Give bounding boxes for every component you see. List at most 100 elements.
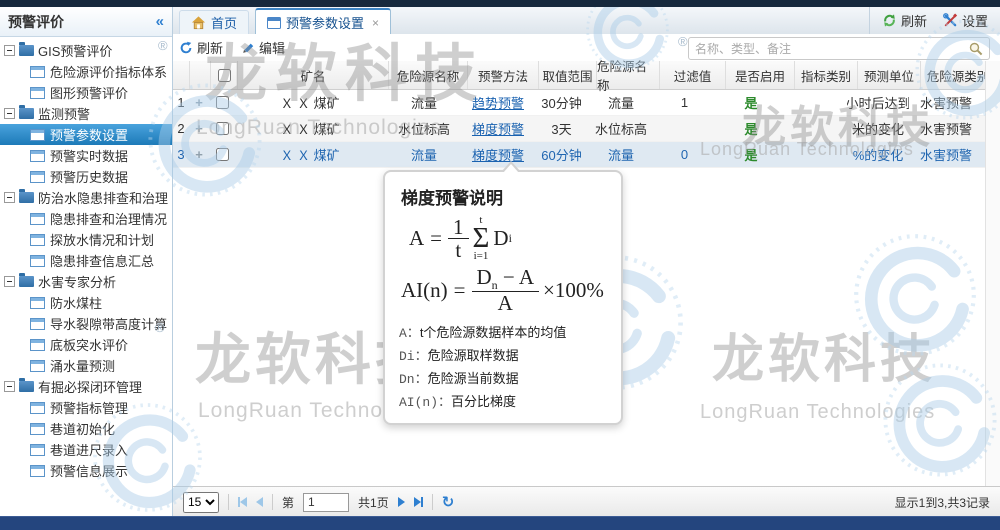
expand-plus-icon[interactable]: +: [195, 147, 203, 162]
tree-item-graphic-warning[interactable]: 图形预警评价: [0, 82, 172, 103]
header-filter-value[interactable]: 过滤值: [660, 61, 726, 89]
cell-range: 60分钟: [533, 142, 590, 167]
select-all-checkbox[interactable]: [218, 69, 231, 82]
settings-button[interactable]: 设置: [943, 11, 988, 30]
header-mine-name[interactable]: 矿名: [238, 61, 389, 89]
row-expand-cell: +: [189, 116, 209, 141]
grid-edit-button[interactable]: 编辑: [241, 38, 285, 57]
grid-refresh-button[interactable]: 刷新: [179, 38, 223, 57]
header-warning-method[interactable]: 预警方法: [468, 61, 539, 89]
next-page-button[interactable]: [398, 497, 405, 507]
tree-item-tunnel-footage[interactable]: 巷道进尺录入: [0, 439, 172, 460]
tree-collapse-box-icon[interactable]: [4, 381, 15, 392]
tree-collapse-box-icon[interactable]: [4, 45, 15, 56]
tree-item-hidden-danger[interactable]: 隐患排查和治理情况: [0, 208, 172, 229]
page-prefix-label: 第: [282, 494, 294, 511]
header-hazard-name2[interactable]: 危险源名称: [597, 61, 660, 89]
page-icon: [30, 402, 45, 414]
tree-folder-expert-analysis[interactable]: 水害专家分析: [0, 271, 172, 292]
header-indicator-type[interactable]: 指标类别: [795, 61, 858, 89]
tab-label: 预警参数设置: [286, 13, 364, 32]
header-forecast-unit[interactable]: 预测单位: [858, 61, 921, 89]
tree-item-waterproof-pillar[interactable]: 防水煤柱: [0, 292, 172, 313]
tree-folder-gis[interactable]: GIS预警评价: [0, 40, 172, 61]
table-row-1[interactable]: 1 + Ｘ Ｘ 煤矿 流量 趋势预警 30分钟 流量 1 是 小时后达到 水害预…: [173, 90, 985, 116]
enabled-flag: 是: [744, 145, 757, 164]
method-link[interactable]: 趋势预警: [472, 93, 524, 112]
tree-item-fracture-zone[interactable]: 导水裂隙带高度计算: [0, 313, 172, 334]
tree-item-warning-indicator[interactable]: 预警指标管理: [0, 397, 172, 418]
cell-enabled: 是: [717, 142, 785, 167]
gradient-warning-popup: 梯度预警说明 A= 1t tΣi=1 Di AI(n)= Dn − A A ×1…: [383, 170, 623, 425]
tab-close-icon[interactable]: ×: [372, 16, 379, 30]
refresh-button-label: 刷新: [901, 11, 927, 30]
window-icon: [267, 17, 281, 29]
tree-item-hazard-index[interactable]: 危险源评价指标体系: [0, 61, 172, 82]
method-link[interactable]: 梯度预警: [472, 119, 524, 138]
tree-collapse-box-icon[interactable]: [4, 276, 15, 287]
sidebar: 预警评价 « GIS预警评价 危险源评价指标体系 图形预警评价 监测预警 预警参…: [0, 7, 173, 517]
page-icon: [30, 339, 45, 351]
expand-plus-icon[interactable]: +: [195, 95, 203, 110]
tree-item-warning-display[interactable]: 预警信息展示: [0, 460, 172, 481]
tree-folder-monitor[interactable]: 监测预警: [0, 103, 172, 124]
row-checkbox[interactable]: [216, 148, 229, 161]
tree-item-history-data[interactable]: 预警历史数据: [0, 166, 172, 187]
tab-warning-params[interactable]: 预警参数设置 ×: [255, 8, 391, 35]
record-summary: 显示1到3,共3记录: [895, 494, 990, 511]
prev-page-button[interactable]: [256, 497, 263, 507]
tree-item-floor-water[interactable]: 底板突水评价: [0, 334, 172, 355]
tree-collapse-box-icon[interactable]: [4, 108, 15, 119]
header-enabled[interactable]: 是否启用: [726, 61, 795, 89]
page-icon: [30, 129, 45, 141]
tree-item-water-exploration[interactable]: 探放水情况和计划: [0, 229, 172, 250]
data-grid: 矿名 危险源名称 预警方法 取值范围 危险源名称 过滤值 是否启用 指标类别 预…: [173, 61, 985, 168]
search-input[interactable]: [689, 40, 968, 57]
cell-unit: 小时后达到: [847, 90, 909, 115]
tree-folder-label: 水害专家分析: [38, 272, 116, 291]
header-hazard-name[interactable]: 危险源名称: [389, 61, 468, 89]
tree-item-inflow-forecast[interactable]: 涌水量预测: [0, 355, 172, 376]
tree-item-realtime-data[interactable]: 预警实时数据: [0, 145, 172, 166]
first-page-button[interactable]: [238, 497, 247, 507]
pencil-icon: [241, 41, 255, 55]
pagination-refresh-icon[interactable]: ↻: [442, 493, 455, 511]
tree-folder-water-control[interactable]: 防治水隐患排查和治理: [0, 187, 172, 208]
page-icon: [30, 444, 45, 456]
page-icon: [30, 255, 45, 267]
tree-item-tunnel-init[interactable]: 巷道初始化: [0, 418, 172, 439]
sidebar-collapse-icon[interactable]: «: [156, 13, 164, 30]
sidebar-tree: GIS预警评价 危险源评价指标体系 图形预警评价 监测预警 预警参数设置 预警实…: [0, 37, 172, 481]
cell-enabled: 是: [717, 90, 785, 115]
header-checkbox-cell: [211, 61, 238, 89]
cell-method: 趋势预警: [463, 90, 533, 115]
table-row-2[interactable]: 2 + Ｘ Ｘ 煤矿 水位标高 梯度预警 3天 水位标高 是 米的变化 水害预警: [173, 116, 985, 142]
tree-item-warning-params-selected[interactable]: 预警参数设置: [0, 124, 172, 145]
page-number-input[interactable]: [303, 493, 349, 512]
page-icon: [30, 150, 45, 162]
refresh-blue-icon: [179, 41, 193, 55]
header-rownum: [173, 61, 190, 89]
separator: [432, 494, 433, 510]
last-page-button[interactable]: [414, 497, 423, 507]
expand-plus-icon[interactable]: +: [195, 121, 203, 136]
formula-gradient: AI(n)= Dn − A A ×100%: [401, 266, 607, 315]
search-icon[interactable]: [968, 41, 984, 57]
page-size-select[interactable]: 15: [183, 492, 219, 513]
table-row-3-highlighted[interactable]: 3 + Ｘ Ｘ 煤矿 流量 梯度预警 60分钟 流量 0 是 %的变化 水害预警: [173, 142, 985, 168]
tree-collapse-box-icon[interactable]: [4, 192, 15, 203]
row-checkbox[interactable]: [216, 96, 229, 109]
window-bottom-bar: [0, 516, 1000, 530]
window-top-bar: [0, 0, 1000, 7]
tab-home[interactable]: 首页: [179, 10, 249, 34]
cell-enabled: 是: [717, 116, 785, 141]
tree-item-label: 危险源评价指标体系: [50, 62, 167, 81]
row-checkbox[interactable]: [216, 122, 229, 135]
header-value-range[interactable]: 取值范围: [539, 61, 597, 89]
grid-scrollbar-track[interactable]: [985, 61, 1000, 487]
tree-item-danger-summary[interactable]: 隐患排查信息汇总: [0, 250, 172, 271]
tree-folder-closed-loop[interactable]: 有掘必探闭环管理: [0, 376, 172, 397]
enabled-flag: 是: [744, 119, 757, 138]
tree-item-label: 防水煤柱: [50, 293, 102, 312]
refresh-button[interactable]: 刷新: [882, 11, 927, 30]
